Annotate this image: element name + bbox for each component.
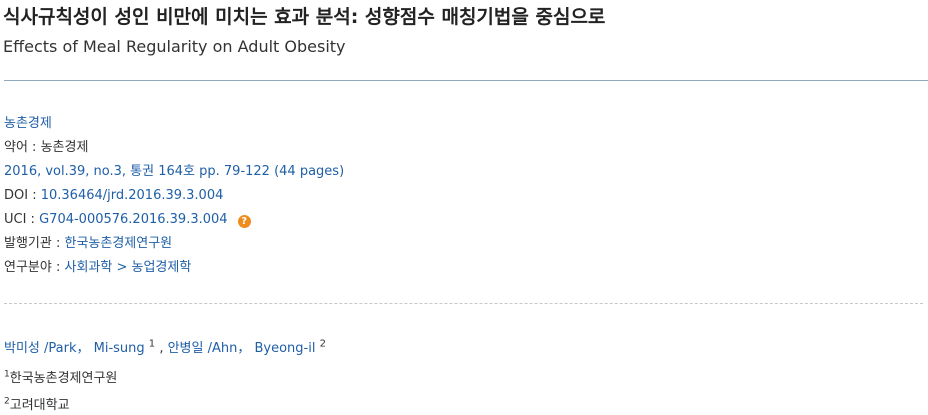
author-affiliation-sup-2: 2: [319, 338, 326, 350]
author-link-2[interactable]: 안병일 /Ahn， Byeong-il: [168, 341, 316, 356]
author-affiliation-sup-1: 1: [148, 338, 156, 350]
journal-name-link[interactable]: 농촌경제: [4, 116, 52, 131]
uci-label: UCI :: [4, 212, 35, 227]
author-list: 박미성 /Park， Mi-sung 1 , 안병일 /Ahn， Byeong-…: [4, 337, 326, 356]
article-title-korean: 식사규칙성이 성인 비만에 미치는 효과 분석: 성향점수 매칭기법을 중심으로: [3, 6, 606, 28]
section-divider: [4, 303, 923, 304]
doi-label: DOI :: [4, 188, 37, 203]
affiliation-name-2: 고려대학교: [9, 398, 70, 413]
uci-value: G704-000576.2016.39.3.004: [39, 212, 228, 227]
doi-link[interactable]: 10.36464/jrd.2016.39.3.004: [41, 188, 224, 203]
publisher-label: 발행기관 :: [4, 236, 61, 251]
field-label: 연구분야 :: [4, 260, 61, 275]
question-circle-icon[interactable]: ?: [237, 215, 251, 228]
field-link[interactable]: 사회과학 > 농업경제학: [65, 260, 192, 275]
author-link-1[interactable]: 박미성 /Park， Mi-sung: [4, 341, 145, 356]
abbr-value: 농촌경제: [40, 140, 89, 155]
author-separator: ,: [159, 341, 164, 356]
affiliation-1: 1한국농촌경제연구원: [4, 367, 117, 386]
article-title-english: Effects of Meal Regularity on Adult Obes…: [3, 37, 346, 56]
journal-info: 농촌경제 약어 : 농촌경제 2016, vol.39, no.3, 통권 16…: [4, 114, 344, 282]
abbr-label: 약어 :: [4, 140, 37, 155]
affiliation-2: 2고려대학교: [4, 394, 70, 413]
publisher-link[interactable]: 한국농촌경제연구원: [65, 236, 173, 251]
affiliation-name-1: 한국농촌경제연구원: [9, 371, 118, 386]
title-divider: [4, 80, 928, 81]
issue-link[interactable]: 2016, vol.39, no.3, 통권 164호 pp. 79-122 (…: [4, 164, 344, 179]
